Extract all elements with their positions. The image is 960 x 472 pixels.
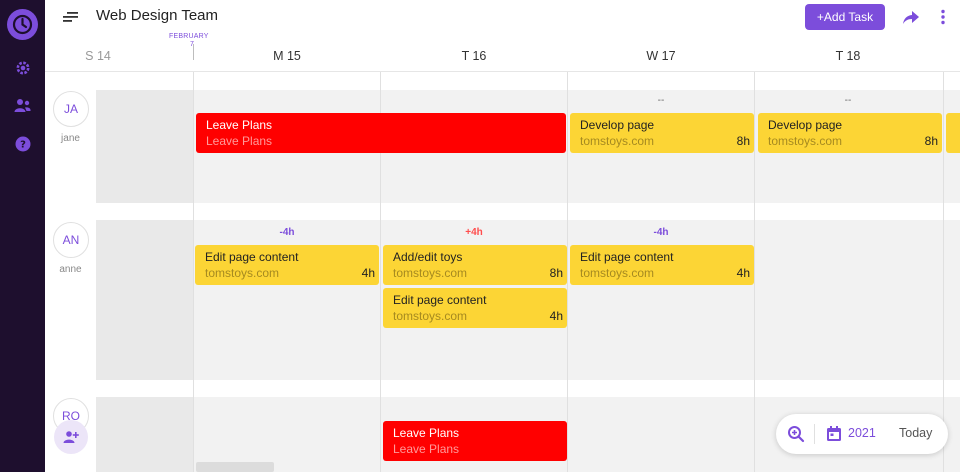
day-label: S 14	[85, 49, 111, 63]
task-title: Edit page content	[393, 293, 487, 307]
task-project: Leave Plans	[206, 134, 273, 148]
schedule-grid: JA jane -- -- Leave Plans Leave Plans De…	[45, 72, 960, 472]
task-title: Develop page	[580, 118, 655, 132]
day-note: --	[844, 95, 852, 106]
calendar-icon[interactable]	[826, 425, 842, 442]
help-icon[interactable]: ?	[13, 134, 32, 153]
zoom-date-bar: 2021 Today	[776, 414, 948, 454]
more-vertical-icon[interactable]	[937, 8, 949, 26]
task-hours: 8h	[549, 266, 563, 280]
task-project: tomstoys.com	[580, 134, 655, 148]
task-title: Leave Plans	[206, 118, 273, 132]
task-card[interactable]: Edit page content tomstoys.com 4h	[383, 288, 567, 328]
task-project: tomstoys.com	[580, 266, 655, 280]
task-title: Add/edit toys	[393, 250, 463, 264]
horizontal-scrollbar[interactable]	[196, 462, 274, 472]
task-project: tomstoys.com	[205, 266, 280, 280]
weekend-column	[96, 397, 193, 472]
member-name: jane	[61, 133, 80, 144]
share-icon[interactable]	[902, 8, 920, 26]
day-note: +4h	[465, 227, 483, 238]
day-divider	[193, 72, 194, 472]
day-label: T 16	[461, 49, 487, 63]
task-hours: 8h	[924, 134, 938, 148]
task-card[interactable]: Edit page content tomstoys.com 4h	[570, 245, 754, 285]
month-label: FEBRUARY	[169, 33, 209, 40]
task-card[interactable]: Edit page content tomstoys.com 4h	[195, 245, 379, 285]
day-label: T 18	[835, 49, 861, 63]
page-title: Web Design Team	[96, 7, 219, 24]
sidebar: ?	[0, 0, 45, 472]
today-button[interactable]: Today	[899, 426, 932, 440]
task-project: Leave Plans	[393, 442, 460, 456]
task-card[interactable]: Leave Plans Leave Plans	[383, 421, 567, 461]
member-name: anne	[59, 264, 82, 275]
task-card-partial[interactable]	[946, 113, 960, 153]
svg-text:?: ?	[20, 139, 26, 150]
day-note: -4h	[279, 227, 295, 238]
gear-icon[interactable]	[13, 58, 32, 77]
day-note: --	[657, 95, 665, 106]
task-project: tomstoys.com	[393, 309, 468, 323]
task-card[interactable]: Develop page tomstoys.com 8h	[758, 113, 942, 153]
add-task-button[interactable]: +Add Task	[805, 4, 885, 30]
add-user-icon	[63, 431, 79, 443]
day-note: -4h	[653, 227, 669, 238]
task-hours: 4h	[736, 266, 750, 280]
add-member-button[interactable]	[54, 420, 88, 454]
task-project: tomstoys.com	[393, 266, 468, 280]
today-marker	[193, 44, 194, 60]
zoom-in-icon[interactable]	[787, 425, 805, 443]
task-hours: 4h	[549, 309, 563, 323]
task-card[interactable]: Leave Plans Leave Plans	[196, 113, 566, 153]
task-title: Edit page content	[205, 250, 299, 264]
avatar[interactable]: JA	[53, 91, 89, 127]
avatar[interactable]: AN	[53, 222, 89, 258]
divider	[814, 424, 815, 444]
header: Web Design Team +Add Task	[45, 0, 960, 36]
year-selector[interactable]: 2021	[848, 426, 876, 440]
day-label: M 15	[273, 49, 301, 63]
day-divider	[567, 72, 568, 472]
weekend-column	[96, 90, 193, 203]
team-icon[interactable]	[13, 96, 32, 115]
task-card[interactable]: Add/edit toys tomstoys.com 8h	[383, 245, 567, 285]
task-card[interactable]: Develop page tomstoys.com 8h	[570, 113, 754, 153]
task-hours: 8h	[736, 134, 750, 148]
day-divider	[754, 72, 755, 472]
menu-icon[interactable]	[62, 9, 80, 25]
task-title: Leave Plans	[393, 426, 460, 440]
task-title: Develop page	[768, 118, 843, 132]
task-hours: 4h	[361, 266, 375, 280]
app-logo-icon[interactable]	[7, 9, 38, 40]
day-divider	[943, 72, 944, 472]
task-title: Edit page content	[580, 250, 674, 264]
day-label: W 17	[646, 49, 676, 63]
task-project: tomstoys.com	[768, 134, 843, 148]
weekend-column	[96, 220, 193, 380]
